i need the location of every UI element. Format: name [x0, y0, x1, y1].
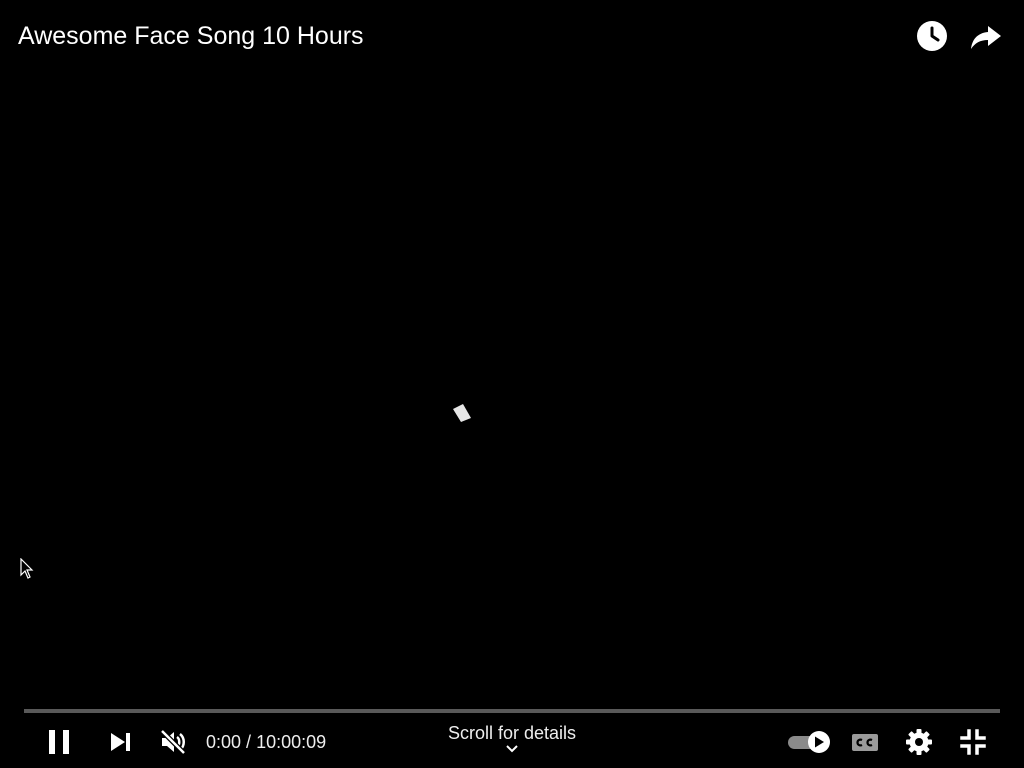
duration: 10:00:09 — [256, 732, 327, 752]
autoplay-toggle-icon — [788, 731, 830, 753]
closed-captions-icon — [852, 734, 878, 751]
skip-next-icon — [111, 733, 130, 751]
share-button[interactable] — [968, 18, 1004, 54]
progress-bar[interactable] — [24, 709, 1000, 713]
video-player[interactable]: Awesome Face Song 10 Hours 0:00 / 10:00:… — [0, 0, 1024, 768]
exit-fullscreen-button[interactable] — [955, 724, 991, 760]
share-arrow-icon — [971, 26, 1001, 49]
watch-later-button[interactable] — [914, 18, 950, 54]
scroll-for-details-label: Scroll for details — [447, 723, 577, 743]
pause-icon — [49, 730, 69, 754]
top-bar: Awesome Face Song 10 Hours — [0, 0, 1024, 72]
clock-icon — [917, 21, 947, 51]
mute-button[interactable] — [155, 724, 191, 760]
volume-muted-icon — [160, 729, 186, 755]
scroll-for-details-button[interactable]: Scroll for details — [412, 720, 612, 766]
video-title[interactable]: Awesome Face Song 10 Hours — [18, 20, 364, 52]
loading-spinner-icon — [453, 404, 471, 422]
closed-captions-button[interactable] — [847, 724, 883, 760]
autoplay-toggle[interactable] — [786, 728, 834, 756]
pause-button[interactable] — [41, 724, 77, 760]
current-time: 0:00 — [206, 732, 242, 752]
video-area[interactable] — [0, 0, 1024, 768]
time-separator: / — [241, 732, 257, 752]
time-display: 0:00 / 10:00:09 — [206, 730, 326, 754]
settings-button[interactable] — [901, 724, 937, 760]
control-bar: 0:00 / 10:00:09 Scroll for details — [0, 716, 1024, 768]
mouse-cursor-icon — [20, 558, 34, 579]
gear-icon — [906, 729, 932, 755]
exit-fullscreen-icon — [960, 729, 986, 755]
next-button[interactable] — [102, 724, 138, 760]
